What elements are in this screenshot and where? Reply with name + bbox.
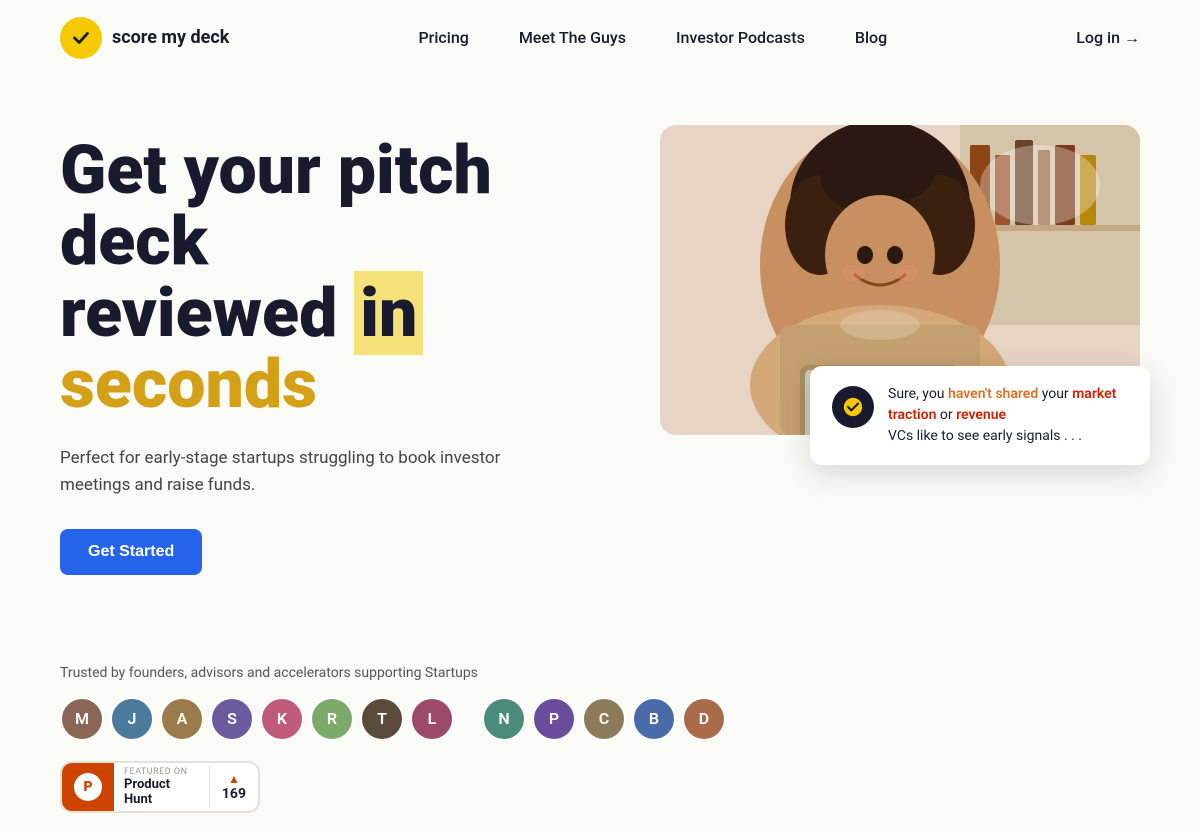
avatar-2: J	[110, 697, 154, 741]
ph-count: 169	[222, 786, 246, 802]
avatar-1: M	[60, 697, 104, 741]
hero-content: Get your pitch deck reviewed in seconds …	[60, 135, 620, 575]
avatar-5: K	[260, 697, 304, 741]
logo-text: score my deck	[112, 27, 229, 48]
avatar-7: T	[360, 697, 404, 741]
navbar: score my deck Pricing Meet The Guys Inve…	[0, 0, 1200, 75]
hero-section: Get your pitch deck reviewed in seconds …	[0, 75, 1200, 615]
highlight-in: in	[354, 271, 423, 355]
feedback-card: Sure, you haven't shared your market tra…	[810, 366, 1150, 465]
avatar-6: R	[310, 697, 354, 741]
social-proof-section: Trusted by founders, advisors and accele…	[0, 615, 1200, 833]
ph-featured-text: FEATURED ON	[124, 767, 199, 777]
hero-image-area: Sure, you haven't shared your market tra…	[660, 125, 1140, 435]
product-hunt-p: P	[74, 773, 102, 801]
nav-meet-the-guys[interactable]: Meet The Guys	[519, 28, 626, 47]
highlight-seconds: seconds	[60, 344, 317, 424]
nav-pricing[interactable]: Pricing	[418, 28, 468, 47]
avatar-8: L	[410, 697, 454, 741]
hero-subtitle: Perfect for early-stage startups struggl…	[60, 445, 560, 499]
avatars-row: M J A S K R T L N P C B D	[60, 697, 1140, 741]
avatar-11: C	[582, 697, 626, 741]
product-hunt-label: FEATURED ON Product Hunt	[114, 763, 209, 811]
ph-count-area: ▲ 169	[209, 766, 258, 808]
get-started-button[interactable]: Get Started	[60, 529, 202, 575]
avatar-10: P	[532, 697, 576, 741]
product-hunt-icon: P	[62, 761, 114, 813]
ph-name: Product Hunt	[124, 777, 199, 807]
feedback-text: Sure, you haven't shared your market tra…	[888, 384, 1128, 447]
hero-title: Get your pitch deck reviewed in seconds	[60, 135, 620, 421]
nav-investor-podcasts[interactable]: Investor Podcasts	[676, 28, 805, 47]
ph-arrow-icon: ▲	[228, 772, 240, 786]
avatar-9: N	[482, 697, 526, 741]
nav-blog[interactable]: Blog	[855, 28, 887, 47]
avatar-4: S	[210, 697, 254, 741]
login-link[interactable]: Log in →	[1076, 28, 1140, 48]
avatar-12: B	[632, 697, 676, 741]
avatar-3: A	[160, 697, 204, 741]
trusted-text: Trusted by founders, advisors and accele…	[60, 665, 1140, 681]
logo-icon	[60, 17, 102, 59]
avatar-13: D	[682, 697, 726, 741]
product-hunt-badge[interactable]: P FEATURED ON Product Hunt ▲ 169	[60, 761, 260, 813]
logo-link[interactable]: score my deck	[60, 17, 229, 59]
nav-menu: Pricing Meet The Guys Investor Podcasts …	[418, 28, 887, 47]
check-icon	[832, 386, 874, 428]
